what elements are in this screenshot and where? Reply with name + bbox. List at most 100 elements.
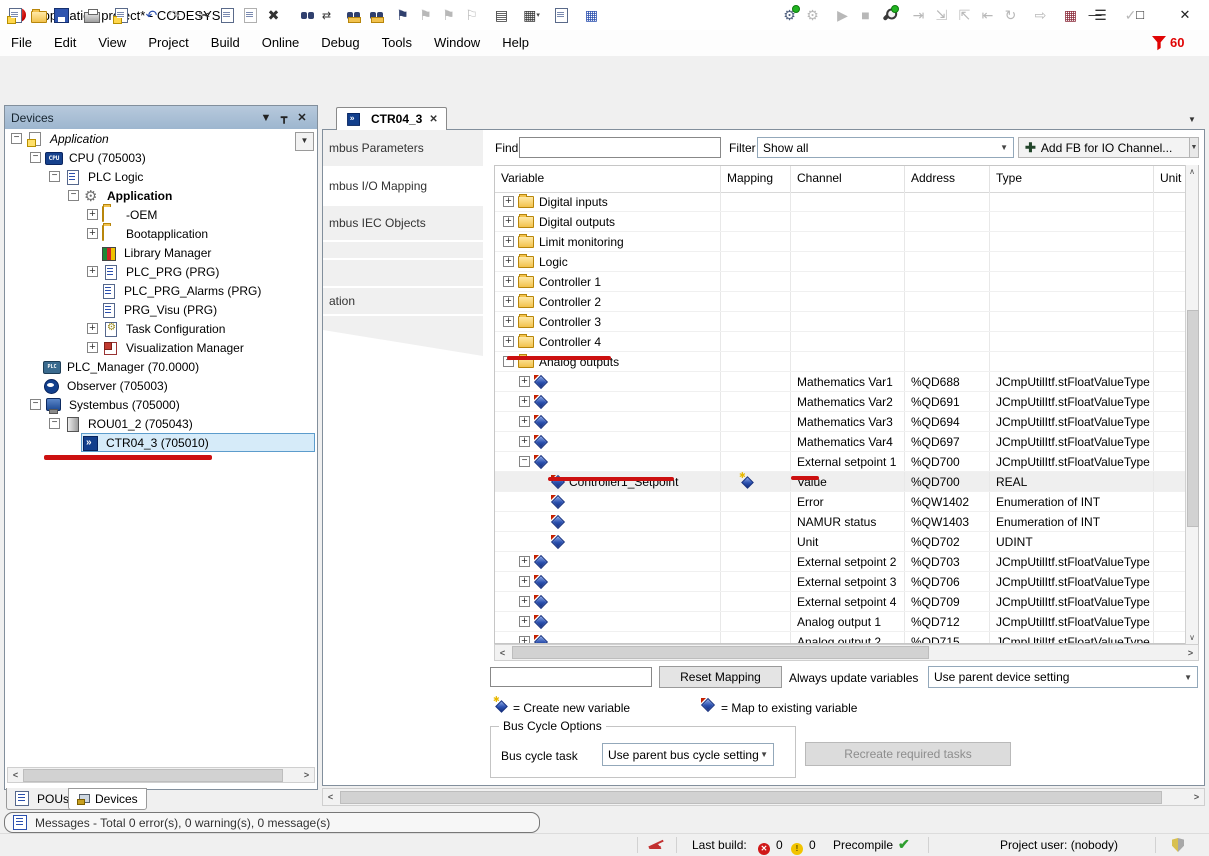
close-panel-icon[interactable]: ✕ [293,111,311,124]
tree-item-bootapplication[interactable]: Bootapplication [5,224,317,243]
scroll-left-icon[interactable]: < [323,792,338,802]
tree-item-prg-visu[interactable]: PRG_Visu (PRG) [5,300,317,319]
tree-item-visualization-manager[interactable]: Visualization Manager [5,338,317,357]
bookmark-next-icon[interactable]: ⚑ [437,4,460,26]
tree-item-plc-logic[interactable]: PLC Logic [5,167,317,186]
run-to-cursor-icon[interactable]: ⇤ [976,4,999,26]
expander-plus-icon[interactable] [519,396,530,407]
start-icon[interactable]: ▶ [831,4,854,26]
expander-plus-icon[interactable] [503,296,514,307]
expander-minus-icon[interactable] [30,399,41,410]
table-row[interactable]: Mathematics Var3%QD694JCmpUtilItf.stFloa… [495,412,1186,432]
build-icon[interactable]: ▦ [580,4,603,26]
tree-item-plc-prg-alarms[interactable]: PLC_PRG_Alarms (PRG) [5,281,317,300]
tree-item-ctr04-3[interactable]: CTR04_3 (705010) [5,433,317,452]
open-project-icon[interactable] [27,4,50,26]
always-update-select[interactable]: Use parent device setting ▼ [928,666,1198,688]
tab-ctr04-3[interactable]: CTR04_3 ✕ [336,107,447,130]
bookmark-previous-icon[interactable]: ⚑ [414,4,437,26]
scroll-right-icon[interactable]: > [1189,792,1204,802]
col-unit[interactable]: Unit [1154,166,1186,192]
nav-tab-blank-1[interactable] [323,242,483,258]
tree-item-application-root[interactable]: Application [5,129,317,148]
tree-item-observer[interactable]: Observer (705003) [5,376,317,395]
insert-table-dropdown-icon[interactable]: ▦▾ [520,4,543,26]
menu-debug[interactable]: Debug [310,30,370,55]
save-icon[interactable] [50,4,73,26]
expander-minus-icon[interactable] [30,152,41,163]
menu-edit[interactable]: Edit [43,30,87,55]
panel-menu-chevron-icon[interactable]: ▼ [257,112,275,124]
tab-list-dropdown-icon[interactable]: ▼ [1188,115,1196,124]
close-button[interactable]: ✕ [1168,4,1202,26]
expander-plus-icon[interactable] [503,256,514,267]
expander-plus-icon[interactable] [519,376,530,387]
scroll-left-icon[interactable]: < [8,770,23,780]
paste-icon[interactable] [239,4,262,26]
tree-item-task-configuration[interactable]: Task Configuration [5,319,317,338]
menu-project[interactable]: Project [137,30,199,55]
expander-plus-icon[interactable] [503,236,514,247]
scroll-left-icon[interactable]: < [495,648,510,658]
expander-minus-icon[interactable] [49,418,60,429]
table-row[interactable]: Controller 2 [495,292,1186,312]
scroll-up-icon[interactable]: ∧ [1186,167,1198,176]
table-row[interactable]: Controller 4 [495,332,1186,352]
pending-changes-count[interactable]: 60 [1170,35,1184,50]
scrollbar-thumb[interactable] [512,646,929,659]
reset-mapping-button[interactable]: Reset Mapping [659,666,782,688]
scroll-down-icon[interactable]: ∨ [1186,633,1198,642]
table-row-analog-outputs[interactable]: Analog outputs [495,352,1186,372]
tree-root-dropdown[interactable]: ▼ [295,132,314,151]
table-horizontal-scrollbar[interactable]: < > [494,644,1199,661]
table-row[interactable]: Controller 3 [495,312,1186,332]
devices-horizontal-scrollbar[interactable]: < > [7,767,315,783]
table-vertical-scrollbar[interactable]: ∧ ∨ [1185,165,1198,644]
editor-horizontal-scrollbar[interactable]: < > [322,788,1205,806]
scroll-right-icon[interactable]: > [1183,648,1198,658]
table-row[interactable]: Controller 1 [495,272,1186,292]
new-project-icon[interactable] [4,4,27,26]
menu-window[interactable]: Window [423,30,491,55]
replace-in-files-icon[interactable] [361,4,384,26]
nav-tab-systembus-iec-objects[interactable]: mbus IEC Objects [323,206,483,240]
find-input[interactable] [519,137,721,158]
properties-icon[interactable]: ▤ [490,4,513,26]
step-into-icon[interactable]: ⇲ [930,4,953,26]
nav-tab-information[interactable]: ation [323,288,483,314]
undo-icon[interactable]: ↶ [140,4,163,26]
table-row-controller1-setpoint[interactable]: Controller1_SetpointValue%QD700REAL [495,472,1186,492]
menu-build[interactable]: Build [200,30,251,55]
copy-project-icon[interactable] [110,4,133,26]
tree-item-cpu[interactable]: CPU (705003) [5,148,317,167]
scrollbar-thumb[interactable] [340,791,1162,804]
tree-item-plc-manager[interactable]: PLC_Manager (70.0000) [5,357,317,376]
tree-item-application[interactable]: Application [5,186,317,205]
replace-icon[interactable]: ⇄ [315,4,338,26]
table-row[interactable]: NAMUR status%QW1403Enumeration of INT [495,512,1186,532]
pin-icon[interactable]: ┳ [275,111,293,124]
add-fb-split-dropdown[interactable]: ▼ [1189,137,1199,158]
table-row[interactable]: Logic [495,252,1186,272]
col-address[interactable]: Address [905,166,990,192]
static-analysis-icon[interactable]: ✓ [1119,4,1142,26]
table-row[interactable]: External setpoint 2%QD703JCmpUtilItf.stF… [495,552,1186,572]
menu-file[interactable]: File [0,30,43,55]
bus-cycle-task-select[interactable]: Use parent bus cycle setting ▼ [602,743,774,766]
expander-plus-icon[interactable] [519,556,530,567]
print-icon[interactable] [80,4,103,26]
nav-tab-blank-3[interactable] [323,316,483,330]
table-row[interactable]: Mathematics Var2%QD691JCmpUtilItf.stFloa… [495,392,1186,412]
tree-item-oem[interactable]: -OEM [5,205,317,224]
force-values-icon[interactable]: ⇨ [1029,4,1052,26]
expander-plus-icon[interactable] [503,276,514,287]
menu-tools[interactable]: Tools [371,30,423,55]
menu-online[interactable]: Online [251,30,311,55]
step-over-icon[interactable]: ⇥ [907,4,930,26]
nav-tab-blank-2[interactable] [323,260,483,286]
expander-plus-icon[interactable] [503,316,514,327]
login-icon[interactable]: ⚙ [778,4,801,26]
table-row[interactable]: Error%QW1402Enumeration of INT [495,492,1186,512]
step-out-icon[interactable]: ⇱ [953,4,976,26]
table-row[interactable]: Mathematics Var1%QD688JCmpUtilItf.stFloa… [495,372,1186,392]
